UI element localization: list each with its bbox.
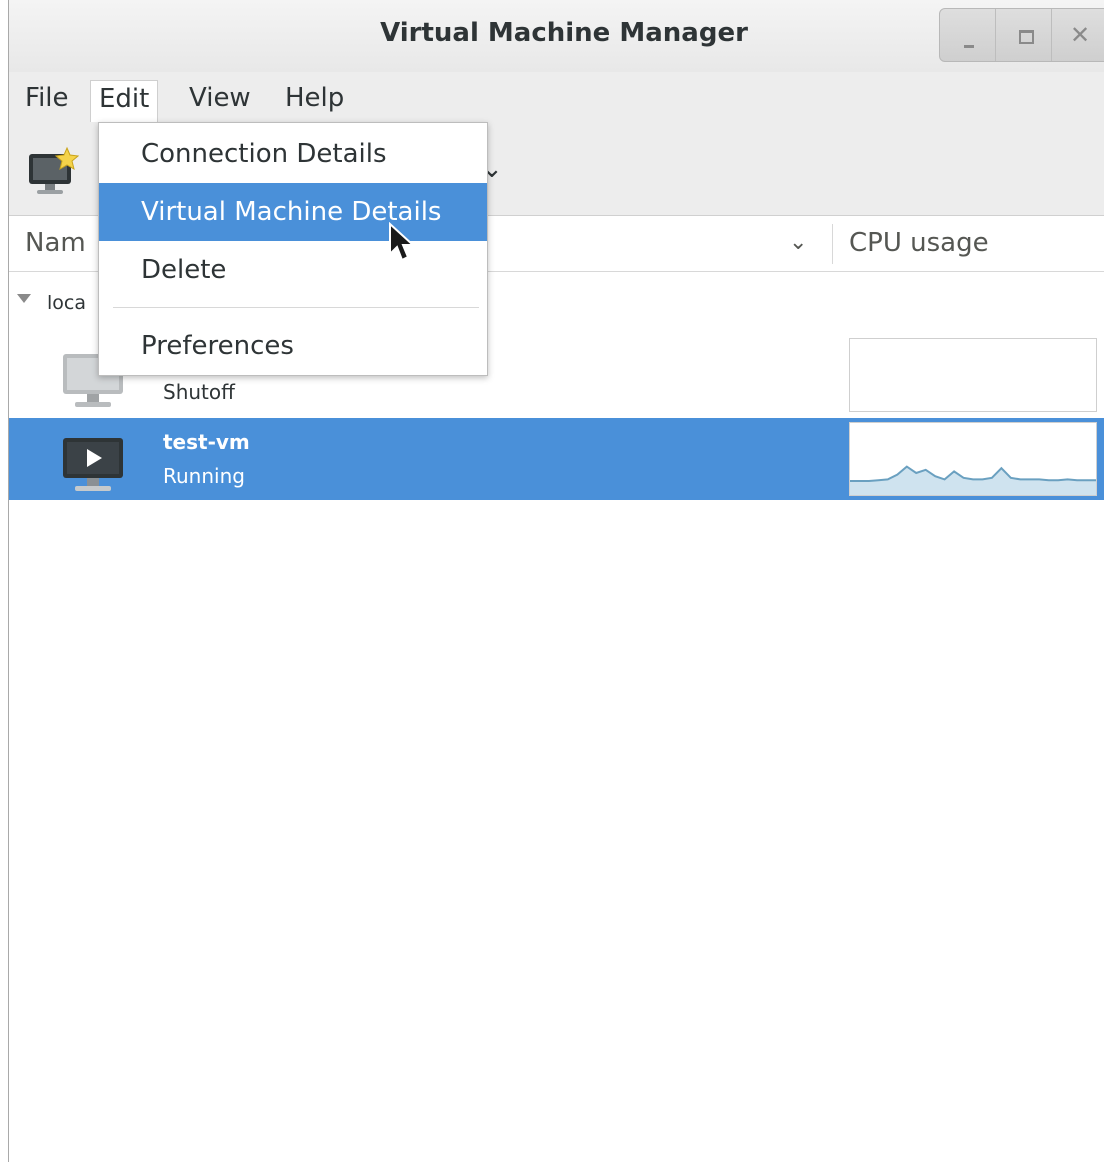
title-bar[interactable]: Virtual Machine Manager ✕ bbox=[9, 0, 1104, 72]
vm-running-icon bbox=[63, 438, 123, 491]
edit-menu-dropdown: Connection Details Virtual Machine Detai… bbox=[98, 122, 488, 376]
vm-name: test-vm bbox=[163, 430, 250, 454]
mouse-pointer-icon bbox=[389, 222, 416, 262]
close-button[interactable]: ✕ bbox=[1052, 9, 1104, 61]
column-cpu-header[interactable]: CPU usage bbox=[849, 228, 989, 258]
cpu-sparkline bbox=[850, 465, 1096, 495]
menu-file[interactable]: File bbox=[17, 80, 77, 122]
column-name-header[interactable]: Nam bbox=[25, 228, 86, 258]
menu-edit[interactable]: Edit bbox=[90, 80, 159, 122]
menu-item-delete[interactable]: Delete bbox=[99, 241, 487, 299]
expander-triangle-icon[interactable] bbox=[17, 294, 31, 303]
new-vm-icon[interactable] bbox=[27, 146, 79, 196]
chevron-down-icon[interactable]: ⌄ bbox=[789, 230, 807, 255]
vm-row-test-vm[interactable]: test-vm Running bbox=[9, 418, 1104, 500]
vm-status: Shutoff bbox=[163, 380, 235, 404]
main-window: Virtual Machine Manager ✕ File Edit View… bbox=[8, 0, 1104, 1162]
window-controls: ✕ bbox=[939, 8, 1104, 62]
menu-item-preferences[interactable]: Preferences bbox=[99, 317, 487, 375]
cpu-usage-graph bbox=[849, 338, 1097, 412]
maximize-button[interactable] bbox=[996, 9, 1052, 61]
menu-bar: File Edit View Help bbox=[9, 72, 1104, 124]
cpu-sparkline-line bbox=[850, 465, 1096, 482]
minimize-button[interactable] bbox=[940, 9, 996, 61]
connection-label: loca bbox=[47, 292, 86, 314]
menu-item-connection-details[interactable]: Connection Details bbox=[99, 125, 487, 183]
column-divider[interactable] bbox=[832, 224, 833, 264]
close-icon: ✕ bbox=[1070, 21, 1091, 49]
menu-item-vm-details[interactable]: Virtual Machine Details bbox=[99, 183, 487, 241]
menu-view[interactable]: View bbox=[181, 80, 259, 122]
vm-status: Running bbox=[163, 464, 245, 488]
cpu-usage-graph bbox=[849, 422, 1097, 496]
menu-separator bbox=[113, 307, 479, 308]
menu-help[interactable]: Help bbox=[277, 80, 352, 122]
